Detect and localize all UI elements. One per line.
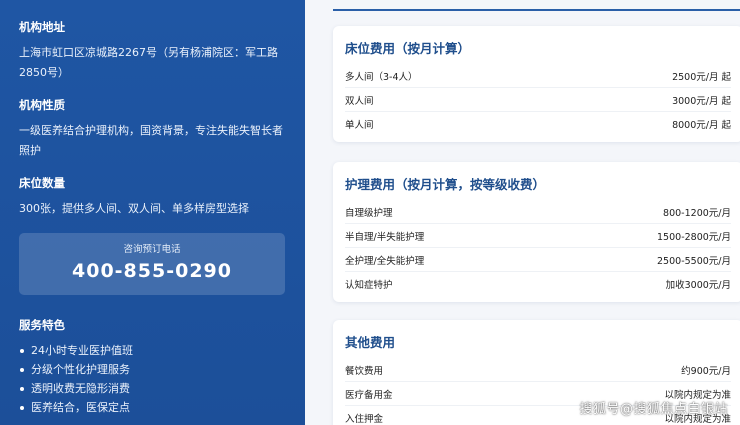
feature-text: 透明收费无隐形消费 <box>31 382 130 395</box>
fee-price: 约900元/月 <box>681 365 731 377</box>
fee-price: 8000元/月 起 <box>672 120 731 131</box>
fee-price: 1500-2800元/月 <box>657 231 731 243</box>
fee-name: 医疗备用金 <box>345 389 393 401</box>
feature-item: 医养结合，医保定点 <box>19 398 286 417</box>
fee-name: 单人间 <box>345 120 374 131</box>
feature-item: 24小时专业医护值班 <box>19 341 286 360</box>
address-heading: 机构地址 <box>19 20 65 34</box>
other-fees-title: 其他费用 <box>345 335 396 350</box>
fee-price: 2500元/月 起 <box>672 71 731 83</box>
nature-text: 一级医养结合护理机构，国资背景，专注失能失智长者照护 <box>19 124 283 157</box>
address-text: 上海市虹口区凉城路2267号（另有杨浦院区：军工路2850号） <box>19 46 278 79</box>
fee-name: 认知症特护 <box>345 280 393 291</box>
feature-item: 透明收费无隐形消费 <box>19 379 286 398</box>
watermark-text: 搜狐号@搜狐焦点白银站 <box>579 402 728 417</box>
bed-fees-card: 床位费用（按月计算） 多人间（3-4人） 2500元/月 起 双人间 3000元… <box>333 26 740 142</box>
fee-name: 多人间（3-4人） <box>345 71 418 83</box>
fee-price: 加收3000元/月 <box>665 280 731 291</box>
table-row: 全护理/全失能护理 2500-5500元/月 <box>345 248 731 272</box>
bed-fees-title: 床位费用（按月计算） <box>345 41 471 56</box>
beds-section: 床位数量 300张，提供多人间、双人间、单多样房型选择 <box>19 175 286 219</box>
bullet-icon <box>20 406 24 410</box>
fee-price: 3000元/月 起 <box>672 95 731 107</box>
info-sidebar: 机构地址 上海市虹口区凉城路2267号（另有杨浦院区：军工路2850号） 机构性… <box>0 0 305 425</box>
fee-name: 双人间 <box>345 95 374 107</box>
fee-name: 餐饮费用 <box>345 365 384 377</box>
fees-main: 床位费用（按月计算） 多人间（3-4人） 2500元/月 起 双人间 3000元… <box>305 0 740 425</box>
phone-box[interactable]: 咨询预订电话 400-855-0290 <box>19 233 285 295</box>
table-row: 餐饮费用 约900元/月 <box>345 358 731 382</box>
phone-label: 咨询预订电话 <box>123 244 181 255</box>
bullet-icon <box>20 387 24 391</box>
fee-price: 2500-5500元/月 <box>657 255 731 267</box>
table-row: 多人间（3-4人） 2500元/月 起 <box>345 64 731 88</box>
features-section: 服务特色 24小时专业医护值班 分级个性化护理服务 透明收费无隐形消费 医养结合… <box>19 317 286 417</box>
fee-price: 800-1200元/月 <box>663 207 731 219</box>
beds-text: 300张，提供多人间、双人间、单多样房型选择 <box>19 202 249 215</box>
features-list: 24小时专业医护值班 分级个性化护理服务 透明收费无隐形消费 医养结合，医保定点 <box>19 341 286 417</box>
care-fees-title: 护理费用（按月计算，按等级收费） <box>345 177 546 192</box>
feature-text: 24小时专业医护值班 <box>31 344 133 357</box>
phone-number[interactable]: 400-855-0290 <box>19 258 285 284</box>
features-heading: 服务特色 <box>19 318 65 332</box>
beds-heading: 床位数量 <box>19 176 65 190</box>
fee-name: 入住押金 <box>345 414 384 425</box>
fee-name: 全护理/全失能护理 <box>345 255 425 267</box>
nature-heading: 机构性质 <box>19 98 65 112</box>
table-row: 自理级护理 800-1200元/月 <box>345 200 731 224</box>
feature-text: 分级个性化护理服务 <box>31 363 130 376</box>
fee-name: 半自理/半失能护理 <box>345 231 425 243</box>
table-row: 双人间 3000元/月 起 <box>345 88 731 112</box>
table-row: 单人间 8000元/月 起 <box>345 112 731 136</box>
nature-section: 机构性质 一级医养结合护理机构，国资背景，专注失能失智长者照护 <box>19 97 286 161</box>
feature-text: 医养结合，医保定点 <box>31 401 130 414</box>
care-fees-card: 护理费用（按月计算，按等级收费） 自理级护理 800-1200元/月 半自理/半… <box>333 162 740 302</box>
fee-name: 自理级护理 <box>345 207 393 219</box>
table-row: 半自理/半失能护理 1500-2800元/月 <box>345 224 731 248</box>
bullet-icon <box>20 368 24 372</box>
bullet-icon <box>20 349 24 353</box>
feature-item: 分级个性化护理服务 <box>19 360 286 379</box>
top-divider <box>333 9 740 11</box>
table-row: 认知症特护 加收3000元/月 <box>345 272 731 296</box>
address-section: 机构地址 上海市虹口区凉城路2267号（另有杨浦院区：军工路2850号） <box>19 19 286 83</box>
